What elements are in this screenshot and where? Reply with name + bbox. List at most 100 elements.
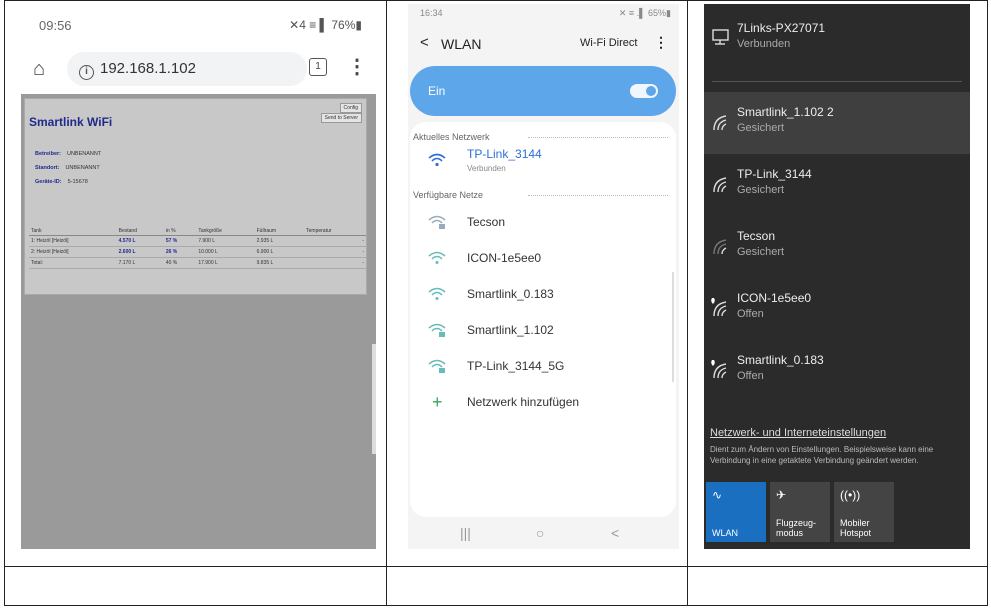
overflow-menu-icon[interactable]: ⋮: [347, 54, 367, 79]
section-available: Verfügbare Netze: [413, 190, 668, 200]
wifi-locked-icon: [428, 359, 446, 373]
table-cell: -: [304, 235, 366, 247]
mobile-hotspot-tile[interactable]: ((•)) Mobiler Hotspot: [834, 482, 894, 542]
network-name: ICON-1e5ee0: [467, 251, 542, 265]
network-status: Offen: [737, 308, 764, 320]
list-item[interactable]: Smartlink_0.183: [410, 278, 676, 314]
network-row[interactable]: TP-Link_3144 Gesichert: [704, 154, 970, 216]
network-row[interactable]: Smartlink_0.183 Offen: [704, 340, 970, 402]
page-title: Smartlink WiFi: [29, 115, 113, 129]
back-button[interactable]: <: [611, 525, 619, 541]
wlan-toggle[interactable]: Ein: [410, 66, 676, 116]
network-row[interactable]: ICON-1e5ee0 Offen: [704, 278, 970, 340]
config-button[interactable]: Config: [339, 103, 362, 113]
table-cell: -: [304, 246, 366, 258]
network-name: Smartlink_0.183: [467, 287, 554, 301]
back-arrow-icon[interactable]: <: [420, 34, 429, 51]
table-cell: 6.900 L: [254, 246, 305, 258]
recent-apps-button[interactable]: |||: [460, 525, 471, 541]
table-cell: 7.900 L: [196, 235, 255, 247]
tile-label: Mobiler Hotspot: [840, 518, 872, 538]
send-to-server-button[interactable]: Send to Server: [320, 113, 362, 123]
table-cell: 2: Heizöl [Heizöl]: [29, 246, 117, 258]
network-name: Tecson: [737, 229, 776, 243]
network-name: Tecson: [467, 215, 506, 229]
network-status: Gesichert: [737, 184, 785, 196]
home-icon[interactable]: ⌂: [33, 58, 45, 81]
list-item[interactable]: ICON-1e5ee0: [410, 242, 676, 278]
wlan-tile[interactable]: ∿ WLAN: [706, 482, 766, 542]
network-name: Smartlink_0.183: [737, 353, 824, 367]
switch-icon[interactable]: [630, 84, 658, 98]
network-row-ethernet[interactable]: 7Links-PX27071 Verbunden: [704, 8, 970, 70]
hotspot-icon: ((•)): [840, 488, 861, 502]
list-item-current-network[interactable]: TP-Link_3144 Verbunden: [410, 144, 676, 180]
more-options-icon[interactable]: ⋮: [654, 34, 668, 51]
col-header: Bestand: [116, 227, 164, 236]
table-cell: 10.000 L: [196, 246, 255, 258]
network-name: ICON-1e5ee0: [737, 291, 812, 305]
add-network-button[interactable]: + Netzwerk hinzufügen: [410, 386, 676, 422]
network-name: Smartlink_1.102 2: [737, 105, 834, 119]
navigation-bar: ||| ○ <: [408, 517, 679, 549]
status-bar: 09:56 ✕4 ≡ ▌ 76%▮: [21, 4, 376, 40]
wifi-locked-icon: [428, 215, 446, 229]
list-item[interactable]: TP-Link_3144_5G: [410, 350, 676, 386]
table-cell: 2.600 L: [116, 246, 164, 258]
scrollbar[interactable]: [372, 344, 376, 454]
column-divider: [687, 0, 688, 606]
wifi-icon: ∿: [712, 488, 723, 502]
list-item[interactable]: Tecson: [410, 206, 676, 242]
chrome-phone-screenshot: 09:56 ✕4 ≡ ▌ 76%▮ ⌂ i 192.168.1.102 1 ⋮ S…: [21, 4, 376, 549]
tank-table: Tank Bestand in % Tankgröße Füllraum Tem…: [29, 227, 366, 269]
ethernet-computer-icon: [712, 29, 729, 45]
table-cell: 9.835 L: [254, 257, 305, 269]
col-header: Füllraum: [254, 227, 305, 236]
table-cell: -: [304, 257, 366, 269]
tab-switcher-button[interactable]: 1: [309, 58, 327, 76]
network-list: Aktuelles Netzwerk TP-Link_3144 Verbunde…: [410, 122, 676, 517]
network-status: Offen: [737, 370, 764, 382]
add-network-label: Netzwerk hinzufügen: [467, 395, 580, 409]
row-divider: [4, 566, 988, 567]
toggle-label: Ein: [428, 84, 446, 98]
separator: [712, 81, 962, 82]
info-icon[interactable]: i: [79, 65, 94, 80]
table-cell: Total:: [29, 257, 117, 269]
web-page: Smartlink WiFi Config Send to Server Bet…: [21, 94, 376, 549]
browser-toolbar: ⌂ i 192.168.1.102 1 ⋮: [21, 46, 376, 94]
home-button[interactable]: ○: [536, 525, 544, 541]
tile-label: WLAN: [712, 528, 739, 538]
url-text: 192.168.1.102: [100, 60, 196, 77]
tile-label: Flugzeug-modus: [776, 518, 817, 538]
table-cell: 26 %: [163, 246, 197, 258]
table-cell: 40 %: [163, 257, 197, 269]
list-item[interactable]: Smartlink_1.102: [410, 314, 676, 350]
wifi-locked-icon: [428, 323, 446, 337]
network-name: TP-Link_3144: [737, 167, 812, 181]
wifi-open-icon: [711, 298, 727, 317]
wifi-icon: [428, 251, 446, 264]
network-name: TP-Link_3144: [467, 147, 542, 161]
wifi-direct-button[interactable]: Wi-Fi Direct: [580, 37, 637, 49]
table-cell: 1: Heizöl [Heizöl]: [29, 235, 117, 247]
col-header: in %: [163, 227, 197, 236]
status-time: 16:34: [420, 8, 443, 18]
address-bar[interactable]: i 192.168.1.102: [67, 52, 307, 86]
field-standort: Standort: UNBENANNT: [35, 165, 100, 171]
col-header: Temperatur: [304, 227, 366, 236]
network-row[interactable]: Smartlink_1.102 2 Gesichert: [704, 92, 970, 154]
wifi-icon: [428, 287, 446, 300]
network-settings-link[interactable]: Netzwerk- und Interneteinstellungen: [710, 427, 886, 439]
network-status: Gesichert: [737, 246, 785, 258]
network-status: Verbunden: [737, 38, 791, 50]
wifi-icon: [428, 153, 446, 167]
table-row: 1: Heizöl [Heizöl] 4.570 L 57 % 7.900 L …: [29, 235, 366, 247]
airplane-mode-tile[interactable]: ✈ Flugzeug-modus: [770, 482, 830, 542]
network-row[interactable]: Tecson Gesichert: [704, 216, 970, 278]
wifi-secured-icon: [713, 115, 727, 131]
page-title: WLAN: [441, 36, 482, 52]
scrollbar[interactable]: [672, 272, 674, 382]
wifi-secured-icon: [713, 177, 727, 193]
table-cell: 2.935 L: [254, 235, 305, 247]
